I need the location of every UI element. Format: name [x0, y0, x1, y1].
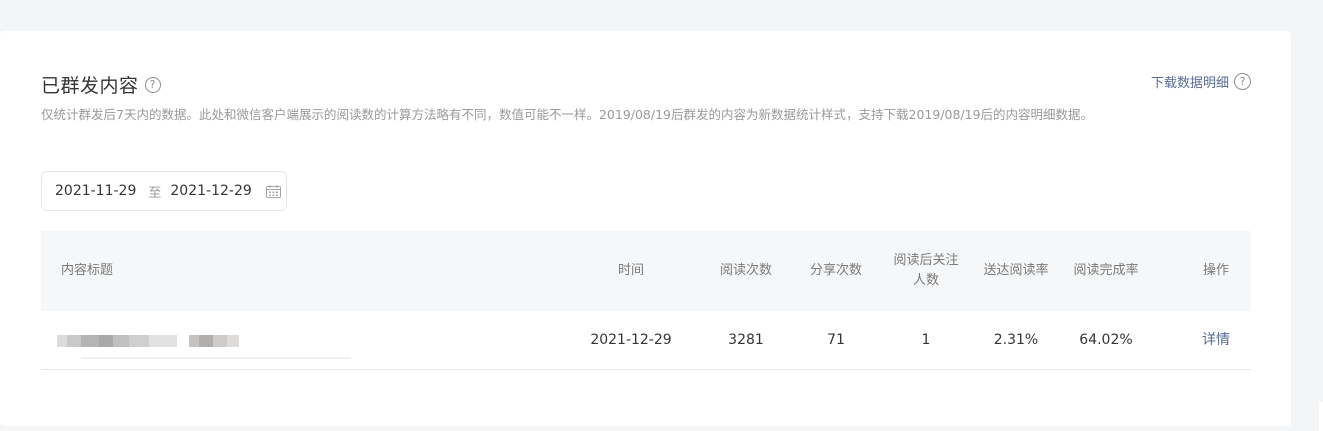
col-time: 时间 — [617, 263, 644, 278]
download-label[interactable]: 下载数据明细 — [1151, 72, 1229, 91]
cell-completion-rate: 64.02% — [1079, 332, 1133, 348]
blurred-subline — [81, 357, 351, 359]
content-table: 内容标题 时间 阅读次数 分享次数 阅读后关注 人数 送达阅读率 阅读完成率 操… — [41, 231, 1251, 370]
question-circle-icon[interactable]: ? — [144, 76, 161, 93]
cell-follows: 1 — [921, 332, 931, 348]
col-reads: 阅读次数 — [719, 263, 772, 278]
col-delivery-rate: 送达阅读率 — [983, 263, 1049, 278]
page-title: 已群发内容 — [41, 75, 139, 97]
description-text: 仅统计群发后7天内的数据。此处和微信客户端展示的阅读数的计算方法略有不同，数值可… — [41, 107, 1094, 122]
col-follows: 阅读后关注 人数 — [881, 231, 971, 311]
date-range-picker[interactable]: 2021-11-29 至 2021-12-29 — [41, 171, 287, 211]
col-shares: 分享次数 — [809, 263, 862, 278]
download-data-detail-link[interactable]: 下载数据明细 ? — [1151, 72, 1251, 91]
cell-time: 2021-12-29 — [590, 332, 672, 348]
table-row: 2021-12-29 3281 71 1 2.31% 64.02% 详情 — [41, 311, 1251, 370]
date-end[interactable]: 2021-12-29 — [170, 183, 251, 199]
cell-reads: 3281 — [728, 332, 764, 348]
date-separator: 至 — [148, 185, 162, 201]
question-circle-icon[interactable]: ? — [1234, 73, 1251, 90]
date-start[interactable]: 2021-11-29 — [55, 183, 136, 199]
title-row: 已群发内容 ? — [41, 71, 161, 98]
col-follows-line1: 阅读后关注 — [893, 253, 959, 268]
col-follows-line2: 人数 — [912, 273, 939, 288]
col-action: 操作 — [1202, 263, 1229, 278]
table-header: 内容标题 时间 阅读次数 分享次数 阅读后关注 人数 送达阅读率 阅读完成率 操… — [41, 231, 1251, 311]
page-edge — [1319, 402, 1323, 431]
blurred-title[interactable] — [57, 335, 239, 347]
col-completion-rate: 阅读完成率 — [1073, 263, 1139, 278]
calendar-icon[interactable] — [265, 184, 281, 198]
cell-delivery-rate: 2.31% — [993, 332, 1039, 348]
detail-link[interactable]: 详情 — [1181, 311, 1251, 369]
published-content-card: 已群发内容 ? 下载数据明细 ? 仅统计群发后7天内的数据。此处和微信客户端展示… — [0, 31, 1291, 426]
col-title: 内容标题 — [61, 263, 114, 278]
cell-shares: 71 — [827, 332, 845, 348]
